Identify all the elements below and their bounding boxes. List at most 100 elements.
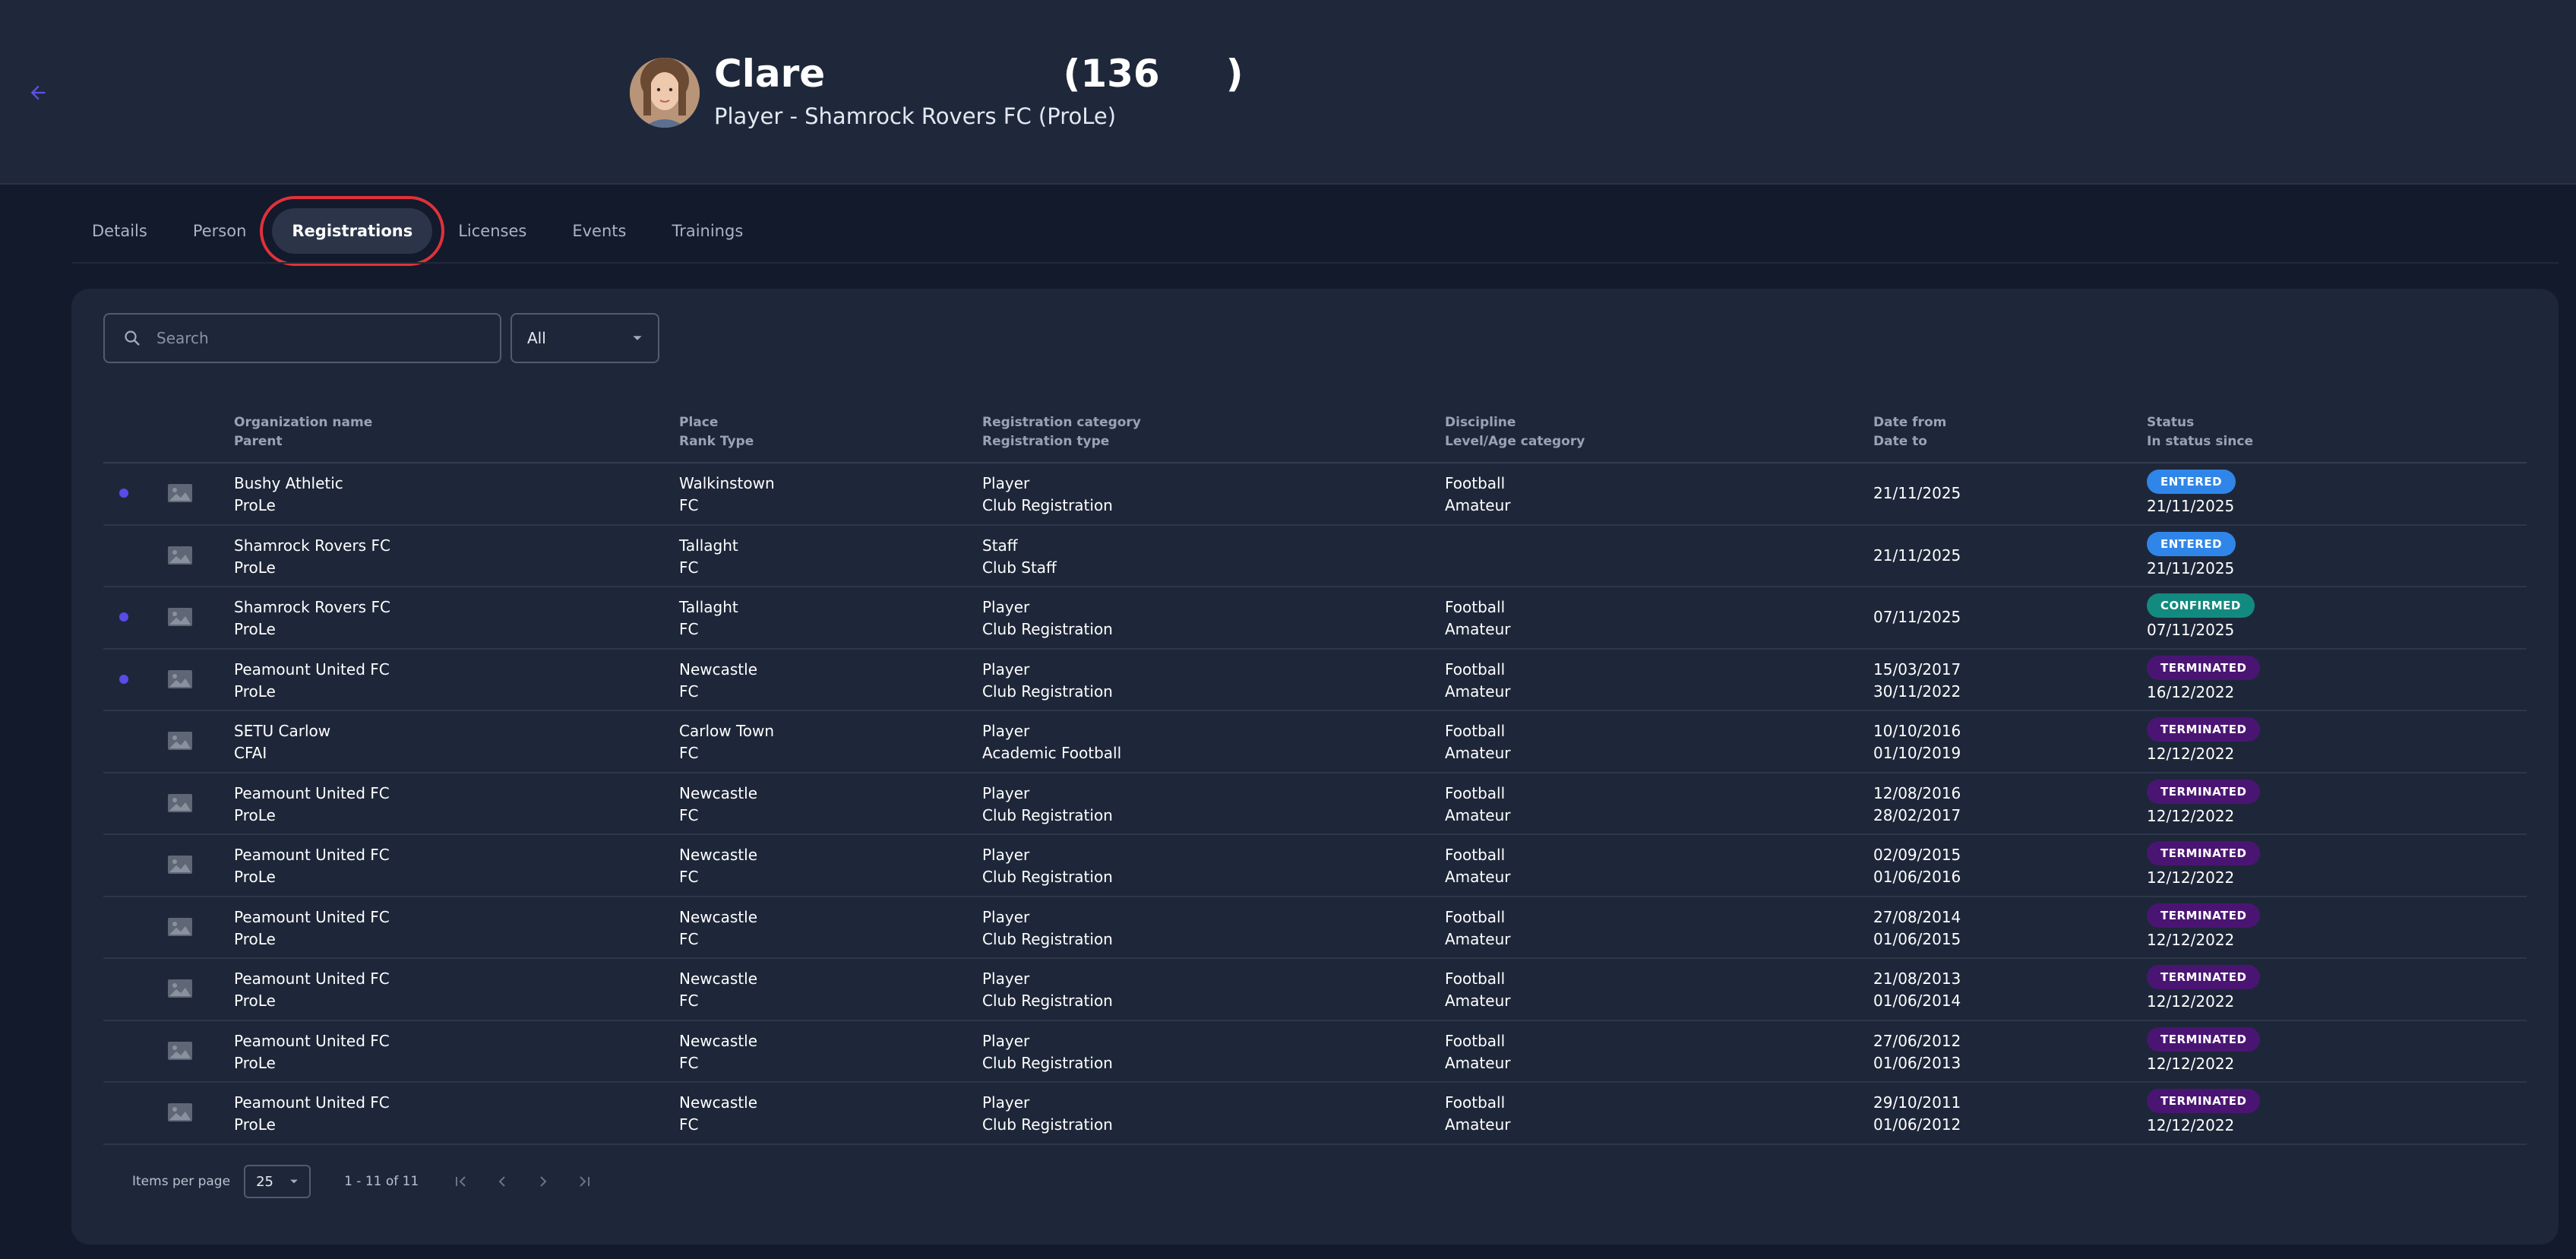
organization-cell: Peamount United FC ProLe (234, 783, 390, 824)
first-page-button[interactable] (446, 1166, 476, 1197)
tab-details[interactable]: Details (72, 208, 167, 254)
image-placeholder-icon (168, 917, 192, 936)
registration-category-cell: Player Club Registration (982, 1093, 1113, 1134)
image-placeholder-icon (168, 1103, 192, 1121)
table-header: Organization name Parent Place Rank Type R… (103, 409, 2527, 463)
primary-indicator (119, 674, 128, 684)
registration-category-cell: Player Academic Football (982, 722, 1122, 762)
last-page-icon (580, 1176, 590, 1187)
col-status[interactable]: Status In status since (2147, 413, 2253, 451)
previous-page-button[interactable] (487, 1166, 517, 1197)
tab-events[interactable]: Events (552, 208, 646, 254)
dates-cell: 27/06/2012 01/06/2013 (1873, 1031, 1961, 1072)
image-placeholder-icon (168, 608, 192, 626)
col-organization[interactable]: Organization name Parent (234, 413, 372, 451)
registration-category-cell: Player Club Registration (982, 846, 1113, 886)
dates-cell: 29/10/2011 01/06/2012 (1873, 1093, 1961, 1134)
table-row[interactable]: Peamount United FC ProLe Newcastle FC Player… (103, 773, 2527, 835)
last-page-button[interactable] (569, 1166, 599, 1197)
registration-category-cell: Player Club Registration (982, 907, 1113, 948)
discipline-cell: Football Amateur (1445, 846, 1511, 886)
dates-cell: 07/11/2025 (1873, 608, 1961, 626)
avatar (630, 58, 700, 128)
tab-person[interactable]: Person (173, 208, 267, 254)
status-since: 21/11/2025 (2147, 558, 2235, 577)
table-row[interactable]: Peamount United FC ProLe Newcastle FC Player… (103, 1021, 2527, 1083)
table-row[interactable]: Peamount United FC ProLe Newcastle FC Player… (103, 897, 2527, 959)
organization-cell: Bushy Athletic ProLe (234, 474, 343, 514)
table-row[interactable]: Peamount United FC ProLe Newcastle FC Player… (103, 959, 2527, 1021)
table-row[interactable]: Shamrock Rovers FC ProLe Tallaght FC Player C… (103, 587, 2527, 650)
discipline-cell: Football Amateur (1445, 722, 1511, 762)
registration-category-cell: Player Club Registration (982, 660, 1113, 701)
search-input[interactable] (155, 328, 474, 348)
status-cell: CONFIRMED 07/11/2025 (2147, 593, 2255, 639)
status-badge: TERMINATED (2147, 965, 2261, 989)
table-row[interactable]: Shamrock Rovers FC ProLe Tallaght FC Staff Cl… (103, 526, 2527, 587)
status-badge: TERMINATED (2147, 841, 2261, 865)
tab-trainings[interactable]: Trainings (652, 208, 763, 254)
status-badge: TERMINATED (2147, 1026, 2261, 1052)
dates-cell: 12/08/2016 28/02/2017 (1873, 783, 1961, 824)
table-row[interactable]: Peamount United FC ProLe Newcastle FC Player… (103, 835, 2527, 897)
organization-cell: Peamount United FC ProLe (234, 1093, 390, 1134)
place-cell: Newcastle FC (679, 660, 757, 701)
discipline-cell: Football Amateur (1445, 783, 1511, 824)
status-since: 16/12/2022 (2147, 682, 2235, 701)
place-cell: Newcastle FC (679, 783, 757, 824)
next-page-button[interactable] (528, 1166, 558, 1197)
dates-cell: 02/09/2015 01/06/2016 (1873, 846, 1961, 886)
table-row[interactable]: Peamount United FC ProLe Newcastle FC Player… (103, 1083, 2527, 1145)
image-placeholder-icon (168, 546, 192, 565)
status-since: 12/12/2022 (2147, 745, 2235, 763)
organization-cell: Peamount United FC ProLe (234, 907, 390, 948)
dates-cell: 27/08/2014 01/06/2015 (1873, 907, 1961, 948)
status-since: 12/12/2022 (2147, 868, 2235, 887)
place-cell: Tallaght FC (679, 536, 738, 577)
table-row[interactable]: Peamount United FC ProLe Newcastle FC Player… (103, 650, 2527, 711)
primary-indicator (119, 489, 128, 498)
status-cell: TERMINATED 12/12/2022 (2147, 965, 2261, 1011)
image-placeholder-icon (168, 793, 192, 812)
person-name: Clare (136 ) (714, 52, 1244, 96)
items-per-page-select[interactable]: 25 (244, 1165, 311, 1198)
caret-down-icon (633, 336, 642, 340)
discipline-cell: Football Amateur (1445, 1093, 1511, 1134)
first-page-icon (456, 1176, 466, 1187)
place-cell: Walkinstown FC (679, 474, 775, 514)
registration-category-cell: Player Club Registration (982, 970, 1113, 1010)
col-registration-category[interactable]: Registration category Registration type (982, 413, 1141, 451)
status-badge: ENTERED (2147, 470, 2236, 494)
discipline-cell: Football Amateur (1445, 598, 1511, 638)
tab-licenses[interactable]: Licenses (438, 208, 546, 254)
tab-registrations[interactable]: Registrations (260, 196, 445, 266)
tab-divider (72, 262, 2559, 264)
status-badge: TERMINATED (2147, 717, 2261, 742)
filter-selected-value: All (527, 329, 546, 347)
image-placeholder-icon (168, 669, 192, 688)
back-button[interactable] (23, 78, 53, 108)
table-row[interactable]: SETU Carlow CFAI Carlow Town FC Player Academ… (103, 711, 2527, 773)
organization-cell: SETU Carlow CFAI (234, 722, 331, 762)
col-dates[interactable]: Date from Date to (1873, 413, 1946, 451)
registrations-table: Organization name Parent Place Rank Type R… (103, 409, 2527, 1145)
discipline-cell: Football Amateur (1445, 474, 1511, 514)
organization-cell: Peamount United FC ProLe (234, 846, 390, 886)
discipline-cell: Football Amateur (1445, 660, 1511, 701)
pagination: Items per page 25 1 - 11 of 11 (103, 1163, 599, 1200)
registration-category-cell: Player Club Registration (982, 474, 1113, 514)
place-cell: Tallaght FC (679, 598, 738, 638)
table-row[interactable]: Bushy Athletic ProLe Walkinstown FC Player Cl… (103, 463, 2527, 526)
status-filter-select[interactable]: All (510, 313, 659, 363)
status-cell: TERMINATED 12/12/2022 (2147, 1089, 2261, 1134)
place-cell: Newcastle FC (679, 907, 757, 948)
dates-cell: 10/10/2016 01/10/2019 (1873, 722, 1961, 762)
place-cell: Newcastle FC (679, 1093, 757, 1134)
status-since: 21/11/2025 (2147, 497, 2235, 515)
col-discipline[interactable]: Discipline Level/Age category (1445, 413, 1585, 451)
image-placeholder-icon (168, 1041, 192, 1060)
col-place[interactable]: Place Rank Type (679, 413, 754, 451)
status-cell: TERMINATED 12/12/2022 (2147, 1026, 2261, 1073)
search-field[interactable] (103, 313, 501, 363)
registration-category-cell: Player Club Registration (982, 783, 1113, 824)
